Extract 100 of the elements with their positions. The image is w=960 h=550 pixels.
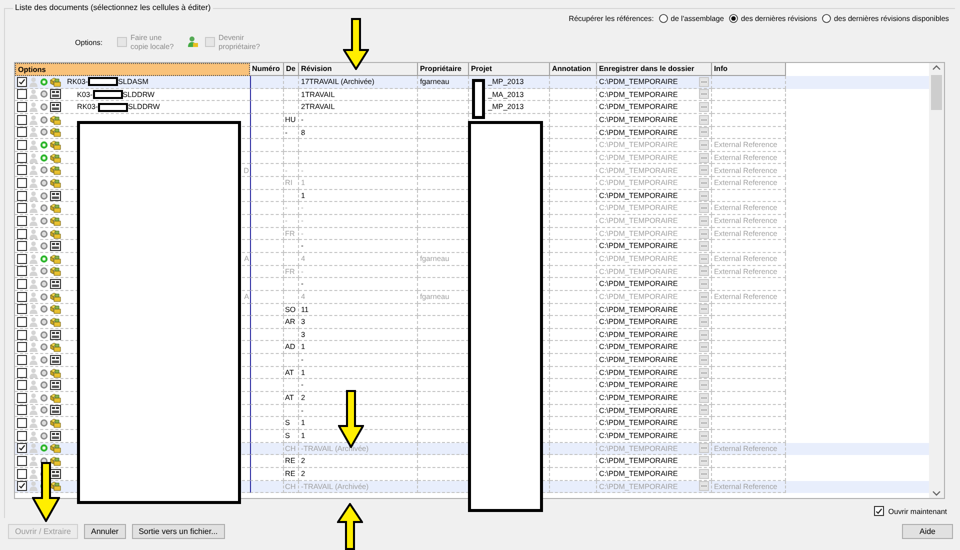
redaction-box: [88, 77, 118, 86]
browse-button[interactable]: [699, 152, 709, 163]
user-icon: [29, 190, 38, 201]
user-icon: [29, 89, 38, 100]
row-checkbox[interactable]: [17, 228, 27, 238]
user-icon: [29, 443, 38, 454]
browse-button[interactable]: [699, 380, 709, 390]
browse-button[interactable]: [699, 418, 709, 428]
user-icon: [29, 279, 38, 290]
check-icon: [18, 78, 26, 86]
action-button[interactable]: Annuler: [84, 524, 126, 539]
browse-button[interactable]: [699, 279, 709, 290]
row-checkbox[interactable]: [17, 430, 27, 441]
help-button[interactable]: Aide: [902, 524, 953, 539]
browse-button[interactable]: [699, 342, 709, 352]
row-checkbox[interactable]: [17, 380, 27, 390]
radio-button[interactable]: [728, 14, 738, 22]
row-checkbox[interactable]: [17, 443, 27, 454]
row-checkbox[interactable]: [17, 392, 27, 403]
browse-button[interactable]: [699, 443, 709, 454]
browse-button[interactable]: [699, 114, 709, 125]
row-checkbox[interactable]: [17, 266, 27, 276]
row-checkbox[interactable]: [17, 254, 27, 264]
browse-button[interactable]: [699, 254, 709, 264]
radio-button[interactable]: [822, 14, 831, 22]
user-icon: [29, 481, 38, 492]
row-checkbox[interactable]: [17, 368, 27, 378]
browse-button[interactable]: [699, 316, 709, 327]
row-checkbox[interactable]: [17, 405, 27, 416]
browse-button[interactable]: [699, 481, 709, 492]
browse-button[interactable]: [699, 203, 709, 214]
browse-button[interactable]: [699, 456, 709, 466]
browse-button[interactable]: [699, 165, 709, 176]
browse-button[interactable]: [699, 127, 709, 138]
browse-button[interactable]: [699, 430, 709, 441]
row-checkbox[interactable]: [17, 152, 27, 163]
user-icon: [29, 228, 38, 238]
user-icon: [29, 430, 38, 441]
browse-button[interactable]: [699, 89, 709, 100]
row-checkbox[interactable]: [17, 330, 27, 340]
row-checkbox[interactable]: [17, 354, 27, 365]
row-checkbox[interactable]: [17, 418, 27, 428]
row-checkbox[interactable]: [17, 279, 27, 290]
arrow-icon: [343, 18, 369, 70]
radio-button[interactable]: [658, 14, 668, 22]
browse-button[interactable]: [699, 76, 709, 87]
browse-button[interactable]: [699, 266, 709, 276]
user-icon: [29, 165, 38, 176]
row-checkbox[interactable]: [17, 165, 27, 176]
browse-button[interactable]: [699, 468, 709, 479]
scrollbar[interactable]: [929, 63, 944, 498]
check-icon: [18, 482, 26, 490]
row-checkbox[interactable]: [17, 102, 27, 112]
browse-button[interactable]: [699, 241, 709, 252]
user-icon: [29, 456, 38, 466]
browse-button[interactable]: [699, 354, 709, 365]
row-checkbox[interactable]: [17, 292, 27, 302]
browse-button[interactable]: [699, 102, 709, 112]
scroll-thumb[interactable]: [931, 75, 942, 110]
redaction-box: [472, 79, 485, 119]
browse-button[interactable]: [699, 178, 709, 188]
redaction-box: [92, 90, 123, 99]
browse-button[interactable]: [699, 216, 709, 226]
browse-button[interactable]: [699, 330, 709, 340]
browse-button[interactable]: [699, 304, 709, 314]
row-checkbox[interactable]: [17, 241, 27, 252]
row-checkbox[interactable]: [17, 178, 27, 188]
browse-button[interactable]: [699, 190, 709, 201]
user-icon: [29, 380, 38, 390]
browse-button[interactable]: [699, 392, 709, 403]
user-icon: [29, 330, 38, 340]
row-checkbox[interactable]: [17, 140, 27, 150]
user-icon: [29, 216, 38, 226]
action-button[interactable]: Sortie vers un fichier...: [132, 524, 225, 539]
row-checkbox[interactable]: [17, 76, 27, 87]
row-checkbox[interactable]: [17, 114, 27, 125]
user-icon: [29, 114, 38, 125]
check-icon: [18, 444, 26, 452]
row-checkbox[interactable]: [17, 342, 27, 352]
browse-button[interactable]: [699, 405, 709, 416]
user-icon: [29, 354, 38, 365]
arrow-icon: [32, 462, 60, 522]
row-checkbox[interactable]: [17, 216, 27, 226]
user-icon: [29, 342, 38, 352]
row-checkbox[interactable]: [17, 468, 27, 479]
row-checkbox[interactable]: [17, 316, 27, 327]
user-icon: [29, 316, 38, 327]
row-checkbox[interactable]: [17, 203, 27, 214]
row-checkbox[interactable]: [17, 304, 27, 314]
browse-button[interactable]: [699, 228, 709, 238]
row-checkbox[interactable]: [17, 456, 27, 466]
row-checkbox[interactable]: [17, 481, 27, 492]
browse-button[interactable]: [699, 140, 709, 150]
user-icon: [29, 76, 38, 87]
browse-button[interactable]: [699, 292, 709, 302]
row-checkbox[interactable]: [17, 190, 27, 201]
user-icon: [29, 266, 38, 276]
row-checkbox[interactable]: [17, 127, 27, 138]
browse-button[interactable]: [699, 368, 709, 378]
row-checkbox[interactable]: [17, 89, 27, 100]
